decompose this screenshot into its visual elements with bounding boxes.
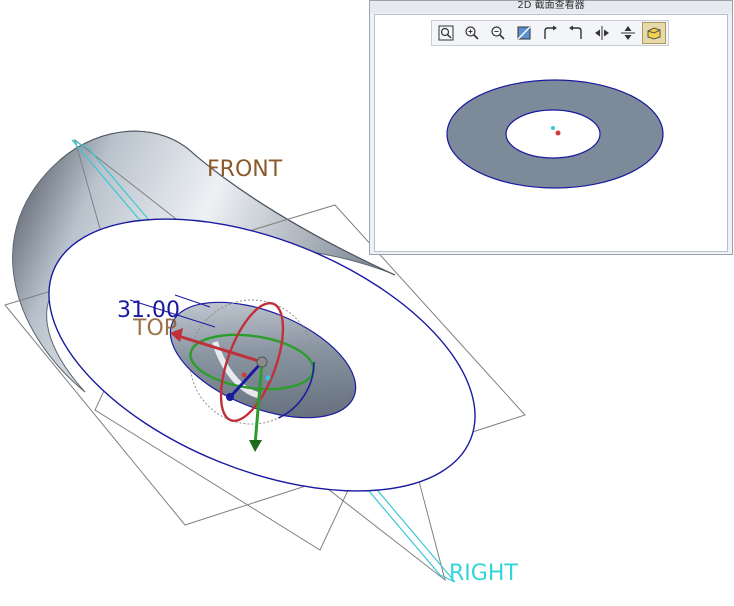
datum-label-right[interactable]: RIGHT: [449, 561, 518, 586]
flip-vertical-button[interactable]: [616, 22, 640, 44]
section-viewer-title: 2D 截面查看器: [370, 1, 732, 13]
section-drawing: [446, 79, 664, 189]
section-origin-marker: [555, 130, 561, 136]
datum-label-top[interactable]: TOP: [132, 316, 177, 341]
section-axis-marker: [551, 126, 555, 130]
section-viewer-toolbar: [431, 20, 669, 46]
section-inner-boundary[interactable]: [505, 109, 601, 159]
zoom-fit-icon: [438, 25, 454, 41]
refit-button[interactable]: [512, 22, 536, 44]
zoom-out-button[interactable]: [486, 22, 510, 44]
shading-icon: [647, 27, 661, 40]
rotate-cw-icon: [544, 25, 557, 39]
shading-button[interactable]: [642, 22, 666, 44]
rotate-ccw-button[interactable]: [564, 22, 588, 44]
zoom-fit-button[interactable]: [434, 22, 458, 44]
flip-horizontal-icon: [595, 26, 609, 40]
flip-horizontal-button[interactable]: [590, 22, 614, 44]
rotate-ccw-icon: [569, 25, 582, 39]
section-viewer-panel: 2D 截面查看器: [369, 0, 733, 255]
zoom-in-button[interactable]: [460, 22, 484, 44]
flip-vertical-icon: [621, 26, 635, 40]
section-viewer-canvas[interactable]: [374, 14, 728, 252]
rotate-cw-button[interactable]: [538, 22, 562, 44]
zoom-out-icon: [491, 26, 505, 40]
refit-icon: [517, 26, 531, 40]
datum-label-front[interactable]: FRONT: [207, 157, 283, 182]
zoom-in-icon: [465, 26, 479, 40]
